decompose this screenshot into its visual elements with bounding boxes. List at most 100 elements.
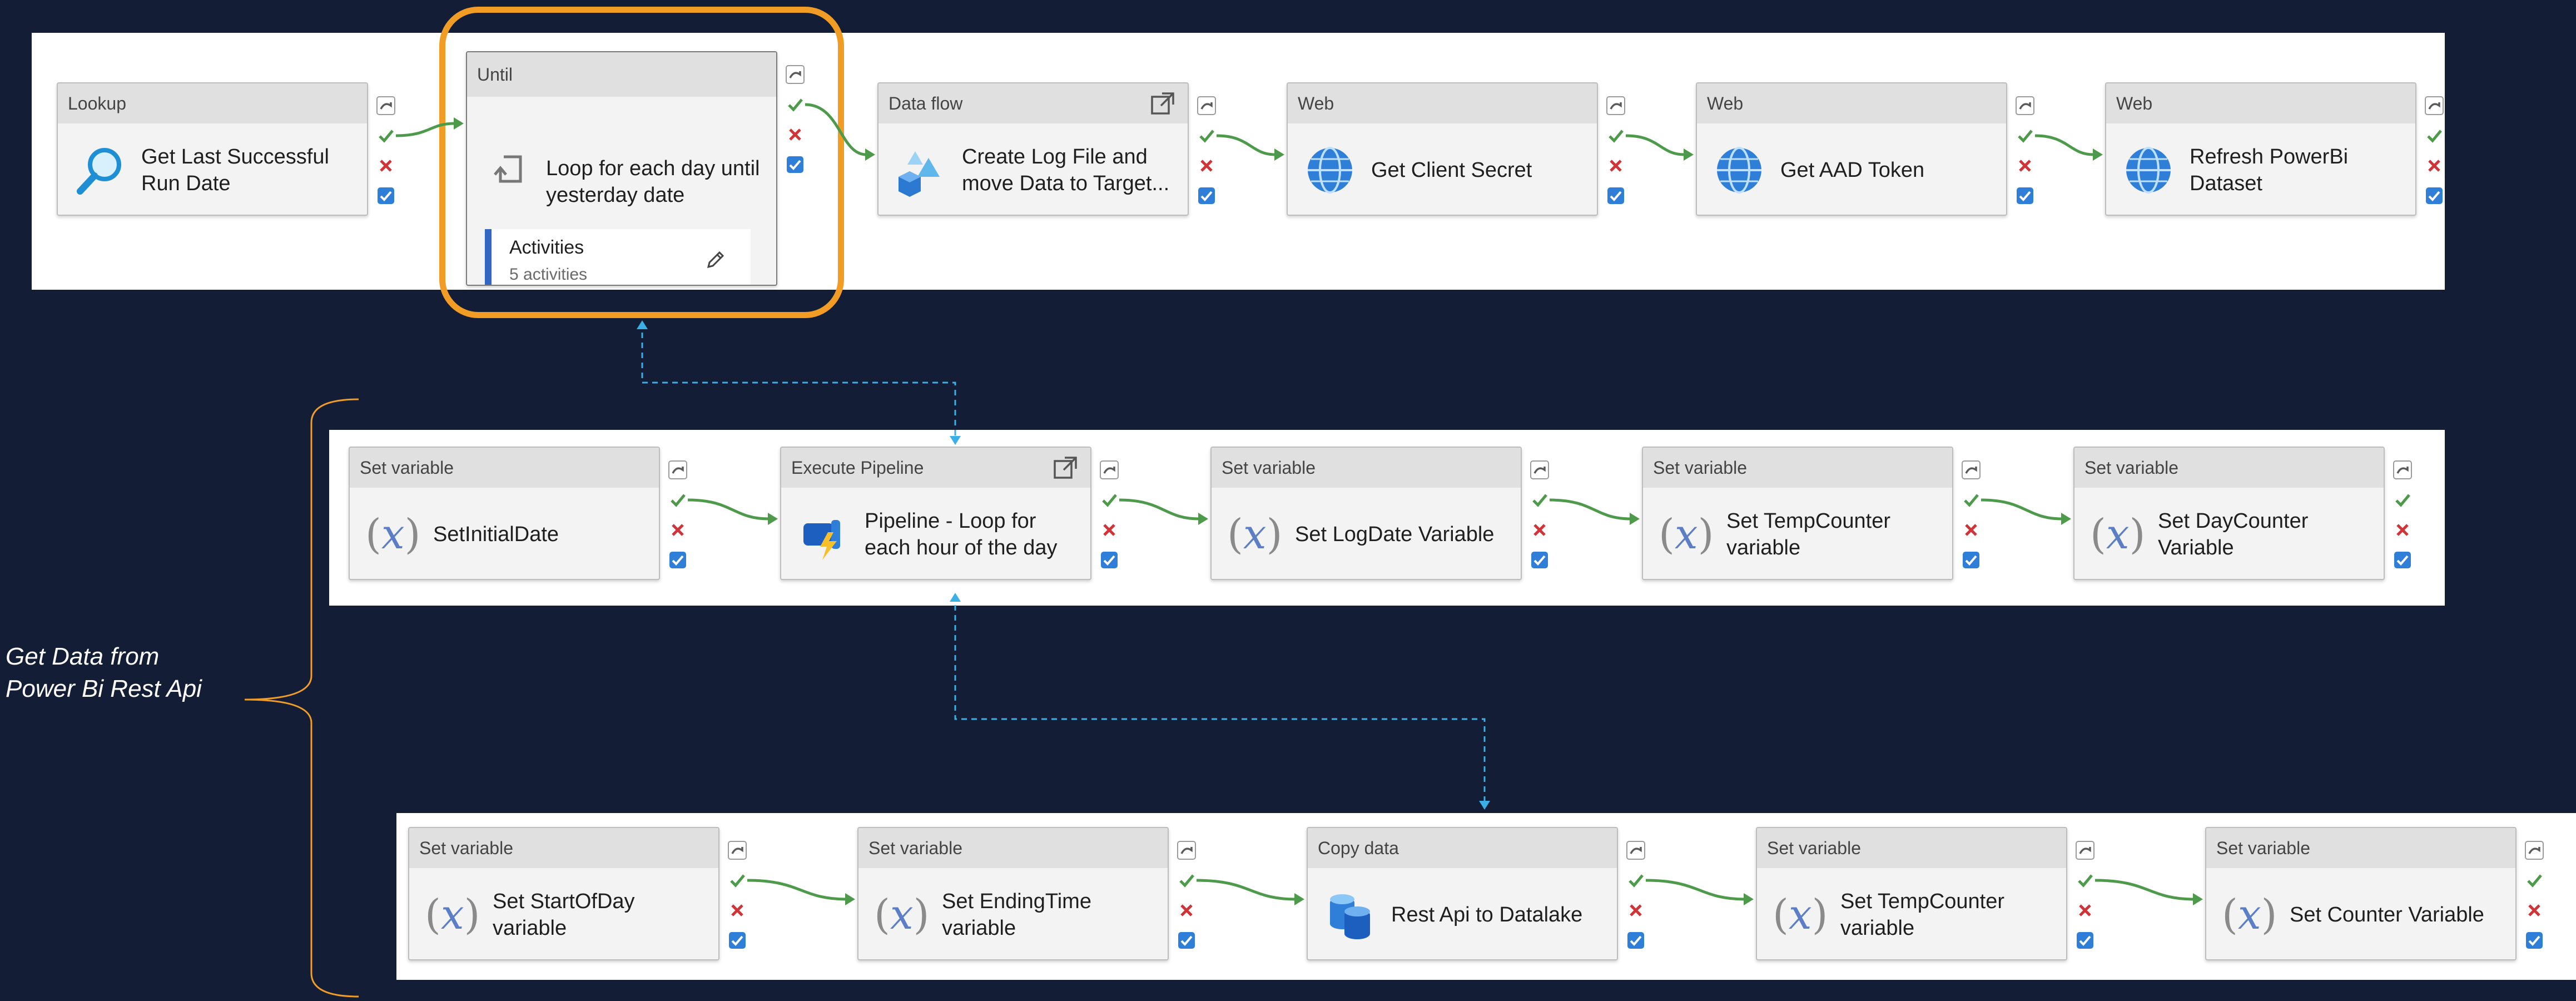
success-port-icon[interactable]	[668, 490, 688, 510]
until-activities-panel[interactable]: Activities 5 activities	[485, 229, 751, 285]
success-port-icon[interactable]	[1099, 490, 1119, 510]
skipped-port-icon[interactable]	[1177, 840, 1197, 860]
activity-data-flow-create-log-file-and-move-data-to-target[interactable]: Data flow Create Log File and move Data t…	[877, 82, 1216, 216]
failure-port-icon[interactable]	[2015, 156, 2035, 176]
activity-box[interactable]: Web Refresh PowerBi Dataset	[2105, 82, 2416, 216]
variable-icon: (x)	[2222, 891, 2277, 939]
activity-name: Set StartOfDay variable	[493, 890, 635, 940]
activity-set-variable-set-endingtime-variable[interactable]: Set variable (x) Set EndingTime variable	[857, 827, 1196, 960]
skipped-port-icon[interactable]	[2524, 840, 2544, 860]
success-port-icon[interactable]	[2393, 490, 2413, 510]
success-port-icon[interactable]	[2015, 126, 2035, 146]
failure-port-icon[interactable]	[2524, 900, 2544, 920]
completion-port-icon[interactable]	[2424, 186, 2444, 206]
failure-port-icon[interactable]	[1626, 900, 1646, 920]
activity-box[interactable]: Data flow Create Log File and move Data t…	[877, 82, 1189, 216]
completion-port-icon[interactable]	[2524, 930, 2544, 950]
skipped-port-icon[interactable]	[785, 65, 805, 85]
completion-port-icon[interactable]	[2015, 186, 2035, 206]
activity-box[interactable]: Until Loop for each day until yesterday d…	[466, 51, 777, 286]
skipped-port-icon[interactable]	[2393, 460, 2413, 480]
failure-port-icon[interactable]	[1606, 156, 1626, 176]
activity-name: Set DayCounter Variable	[2158, 509, 2309, 559]
skipped-port-icon[interactable]	[1099, 460, 1119, 480]
activity-execute-pipeline-pipeline-loop-for-each-hour-of-the-day[interactable]: Execute Pipeline Pipeline - Loop for each…	[780, 447, 1119, 580]
open-external-icon[interactable]	[1053, 455, 1078, 481]
completion-port-icon[interactable]	[1961, 550, 1981, 570]
failure-port-icon[interactable]	[785, 125, 805, 145]
activity-box[interactable]: Set variable (x) Set Counter Variable	[2205, 827, 2517, 960]
success-port-icon[interactable]	[1606, 126, 1626, 146]
failure-port-icon[interactable]	[668, 520, 688, 540]
skipped-port-icon[interactable]	[668, 460, 688, 480]
skipped-port-icon[interactable]	[1606, 96, 1626, 116]
activity-box[interactable]: Set variable (x) Set LogDate Variable	[1210, 447, 1522, 580]
failure-port-icon[interactable]	[1961, 520, 1981, 540]
failure-port-icon[interactable]	[2424, 156, 2444, 176]
activity-output-ports	[2015, 96, 2037, 216]
completion-port-icon[interactable]	[1626, 930, 1646, 950]
activity-until-loop-for-each-day-until-yesterday-date[interactable]: Until Loop for each day until yesterday d…	[466, 51, 805, 286]
activity-box[interactable]: Set variable (x) Set TempCounter variable	[1756, 827, 2067, 960]
completion-port-icon[interactable]	[727, 930, 747, 950]
success-port-icon[interactable]	[785, 95, 805, 115]
completion-port-icon[interactable]	[1606, 186, 1626, 206]
completion-port-icon[interactable]	[2393, 550, 2413, 570]
activity-box[interactable]: Set variable (x) Set TempCounter variable	[1642, 447, 1953, 580]
activity-web-get-client-secret[interactable]: Web Get Client Secret	[1287, 82, 1625, 216]
activity-copy-data-rest-api-to-datalake[interactable]: Copy data Rest Api to Datalake	[1307, 827, 1645, 960]
activity-set-variable-set-tempcounter-variable[interactable]: Set variable (x) Set TempCounter variable	[1756, 827, 2094, 960]
failure-port-icon[interactable]	[1530, 520, 1550, 540]
skipped-port-icon[interactable]	[727, 840, 747, 860]
success-port-icon[interactable]	[1626, 870, 1646, 890]
failure-port-icon[interactable]	[2393, 520, 2413, 540]
failure-port-icon[interactable]	[2075, 900, 2095, 920]
success-port-icon[interactable]	[1961, 490, 1981, 510]
activity-set-variable-set-startofday-variable[interactable]: Set variable (x) Set StartOfDay variable	[408, 827, 747, 960]
edit-pencil-icon[interactable]	[703, 248, 727, 272]
failure-port-icon[interactable]	[727, 900, 747, 920]
activity-box[interactable]: Set variable (x) Set StartOfDay variable	[408, 827, 719, 960]
activity-box[interactable]: Set variable (x) Set EndingTime variable	[857, 827, 1169, 960]
activity-body: Get Client Secret	[1288, 123, 1597, 215]
completion-port-icon[interactable]	[1530, 550, 1550, 570]
activity-set-variable-set-tempcounter-variable[interactable]: Set variable (x) Set TempCounter variable	[1642, 447, 1981, 580]
variable-icon: (x)	[874, 891, 930, 939]
skipped-port-icon[interactable]	[2015, 96, 2035, 116]
success-port-icon[interactable]	[2524, 870, 2544, 890]
success-port-icon[interactable]	[727, 870, 747, 890]
completion-port-icon[interactable]	[1099, 550, 1119, 570]
activity-box[interactable]: Set variable (x) Set DayCounter Variable	[2073, 447, 2385, 580]
success-port-icon[interactable]	[2424, 126, 2444, 146]
skipped-port-icon[interactable]	[1961, 460, 1981, 480]
completion-port-icon[interactable]	[1177, 930, 1197, 950]
activity-box[interactable]: Web Get Client Secret	[1287, 82, 1598, 216]
skipped-port-icon[interactable]	[1530, 460, 1550, 480]
failure-port-icon[interactable]	[1197, 156, 1217, 176]
completion-port-icon[interactable]	[1197, 186, 1217, 206]
completion-port-icon[interactable]	[785, 155, 805, 175]
activity-box[interactable]: Web Get AAD Token	[1696, 82, 2007, 216]
activity-box[interactable]: Execute Pipeline Pipeline - Loop for each…	[780, 447, 1091, 580]
activity-set-variable-set-logdate-variable[interactable]: Set variable (x) Set LogDate Variable	[1210, 447, 1549, 580]
failure-port-icon[interactable]	[1177, 900, 1197, 920]
activity-set-variable-set-daycounter-variable[interactable]: Set variable (x) Set DayCounter Variable	[2073, 447, 2412, 580]
failure-port-icon[interactable]	[1099, 520, 1119, 540]
activity-web-refresh-powerbi-dataset[interactable]: Web Refresh PowerBi Dataset	[2105, 82, 2444, 216]
skipped-port-icon[interactable]	[2424, 96, 2444, 116]
open-external-icon[interactable]	[1150, 91, 1175, 117]
skipped-port-icon[interactable]	[1197, 96, 1217, 116]
success-port-icon[interactable]	[1177, 870, 1197, 890]
activity-set-variable-set-counter-variable[interactable]: Set variable (x) Set Counter Variable	[2205, 827, 2544, 960]
activity-box[interactable]: Copy data Rest Api to Datalake	[1307, 827, 1618, 960]
success-port-icon[interactable]	[1197, 126, 1217, 146]
skipped-port-icon[interactable]	[2075, 840, 2095, 860]
activity-set-variable-setinitialdate[interactable]: Set variable (x) SetInitialDate	[349, 447, 687, 580]
activity-box[interactable]: Set variable (x) SetInitialDate	[349, 447, 660, 580]
skipped-port-icon[interactable]	[1626, 840, 1646, 860]
success-port-icon[interactable]	[2075, 870, 2095, 890]
completion-port-icon[interactable]	[668, 550, 688, 570]
success-port-icon[interactable]	[1530, 490, 1550, 510]
activity-web-get-aad-token[interactable]: Web Get AAD Token	[1696, 82, 2034, 216]
completion-port-icon[interactable]	[2075, 930, 2095, 950]
